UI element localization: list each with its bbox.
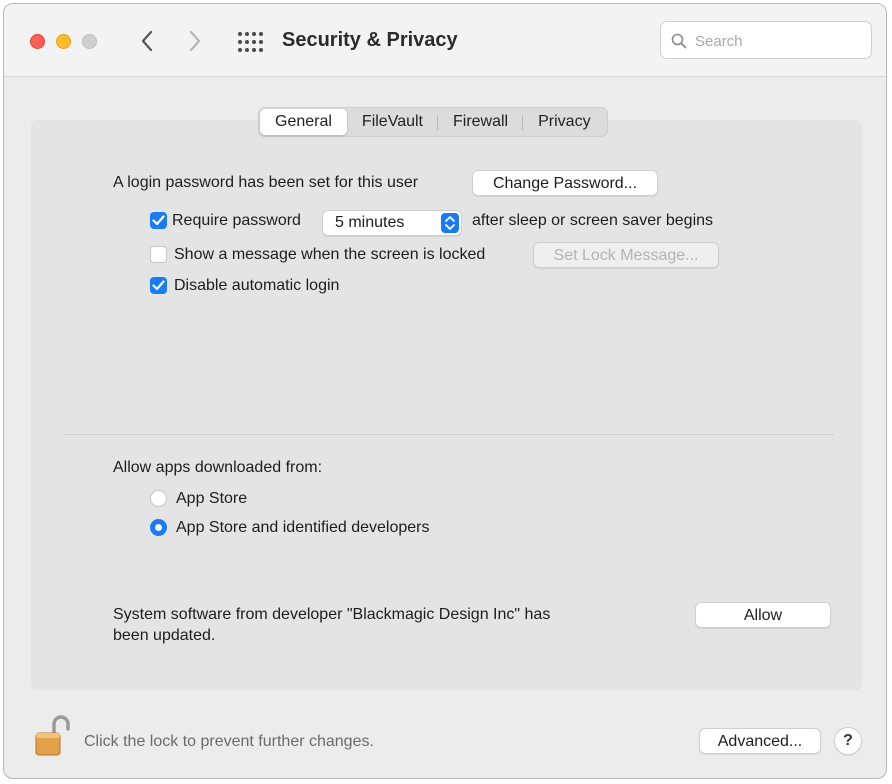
zoom-window-button[interactable] (82, 34, 97, 49)
allow-apps-heading: Allow apps downloaded from: (113, 459, 323, 476)
title-bar: Security & Privacy (4, 4, 886, 77)
tab-general[interactable]: General (260, 109, 347, 135)
popup-arrows-icon (441, 213, 459, 233)
radio-app-store[interactable] (150, 490, 167, 507)
tab-label: General (275, 113, 332, 130)
require-password-interval-select[interactable]: 5 minutes (322, 210, 462, 236)
interval-value: 5 minutes (335, 214, 405, 231)
checkmark-icon (152, 215, 165, 226)
forward-button[interactable] (182, 26, 208, 56)
require-password-suffix: after sleep or screen saver begins (472, 212, 714, 229)
radio-app-store-label: App Store (176, 490, 248, 507)
disable-auto-login-checkbox[interactable] (150, 277, 167, 294)
search-field[interactable] (660, 21, 872, 59)
login-password-text: A login password has been set for this u… (113, 174, 419, 191)
preferences-window: Security & Privacy General FileVault Fir… (3, 3, 887, 779)
tab-privacy[interactable]: Privacy (523, 109, 605, 135)
search-icon (671, 33, 687, 49)
system-software-text-line1: System software from developer "Blackmag… (113, 606, 551, 623)
tab-filevault[interactable]: FileVault (347, 109, 438, 135)
allow-button[interactable]: Allow (695, 602, 831, 628)
chevron-right-icon (189, 30, 201, 52)
advanced-button[interactable]: Advanced... (699, 728, 821, 754)
grid-icon (238, 32, 263, 52)
require-password-checkbox[interactable] (150, 212, 167, 229)
help-button[interactable]: ? (834, 727, 862, 755)
set-lock-message-button[interactable]: Set Lock Message... (533, 242, 719, 268)
system-software-text-line2: been updated. (113, 627, 216, 644)
lock-status-text: Click the lock to prevent further change… (84, 733, 374, 750)
disable-auto-login-label: Disable automatic login (174, 277, 340, 294)
checkmark-icon (152, 280, 165, 291)
search-input[interactable] (693, 28, 867, 54)
chevron-left-icon (141, 30, 153, 52)
minimize-window-button[interactable] (56, 34, 71, 49)
show-message-label: Show a message when the screen is locked (174, 246, 486, 263)
radio-app-store-identified[interactable] (150, 519, 167, 536)
tab-firewall[interactable]: Firewall (438, 109, 524, 135)
change-password-button[interactable]: Change Password... (472, 170, 658, 196)
window-title: Security & Privacy (282, 29, 458, 51)
back-button[interactable] (134, 26, 160, 56)
require-password-label: Require password (172, 212, 301, 229)
radio-app-store-identified-label: App Store and identified developers (176, 519, 430, 536)
tab-bar: General FileVault Firewall Privacy (258, 107, 608, 137)
show-all-button[interactable] (236, 29, 264, 55)
tab-label: Privacy (538, 113, 591, 130)
unlocked-padlock-icon (35, 715, 70, 756)
lock-button[interactable] (32, 713, 72, 757)
section-divider (64, 434, 834, 435)
close-window-button[interactable] (30, 34, 45, 49)
tab-label: FileVault (361, 113, 423, 130)
tab-label: Firewall (452, 113, 509, 130)
show-message-checkbox[interactable] (150, 246, 167, 263)
